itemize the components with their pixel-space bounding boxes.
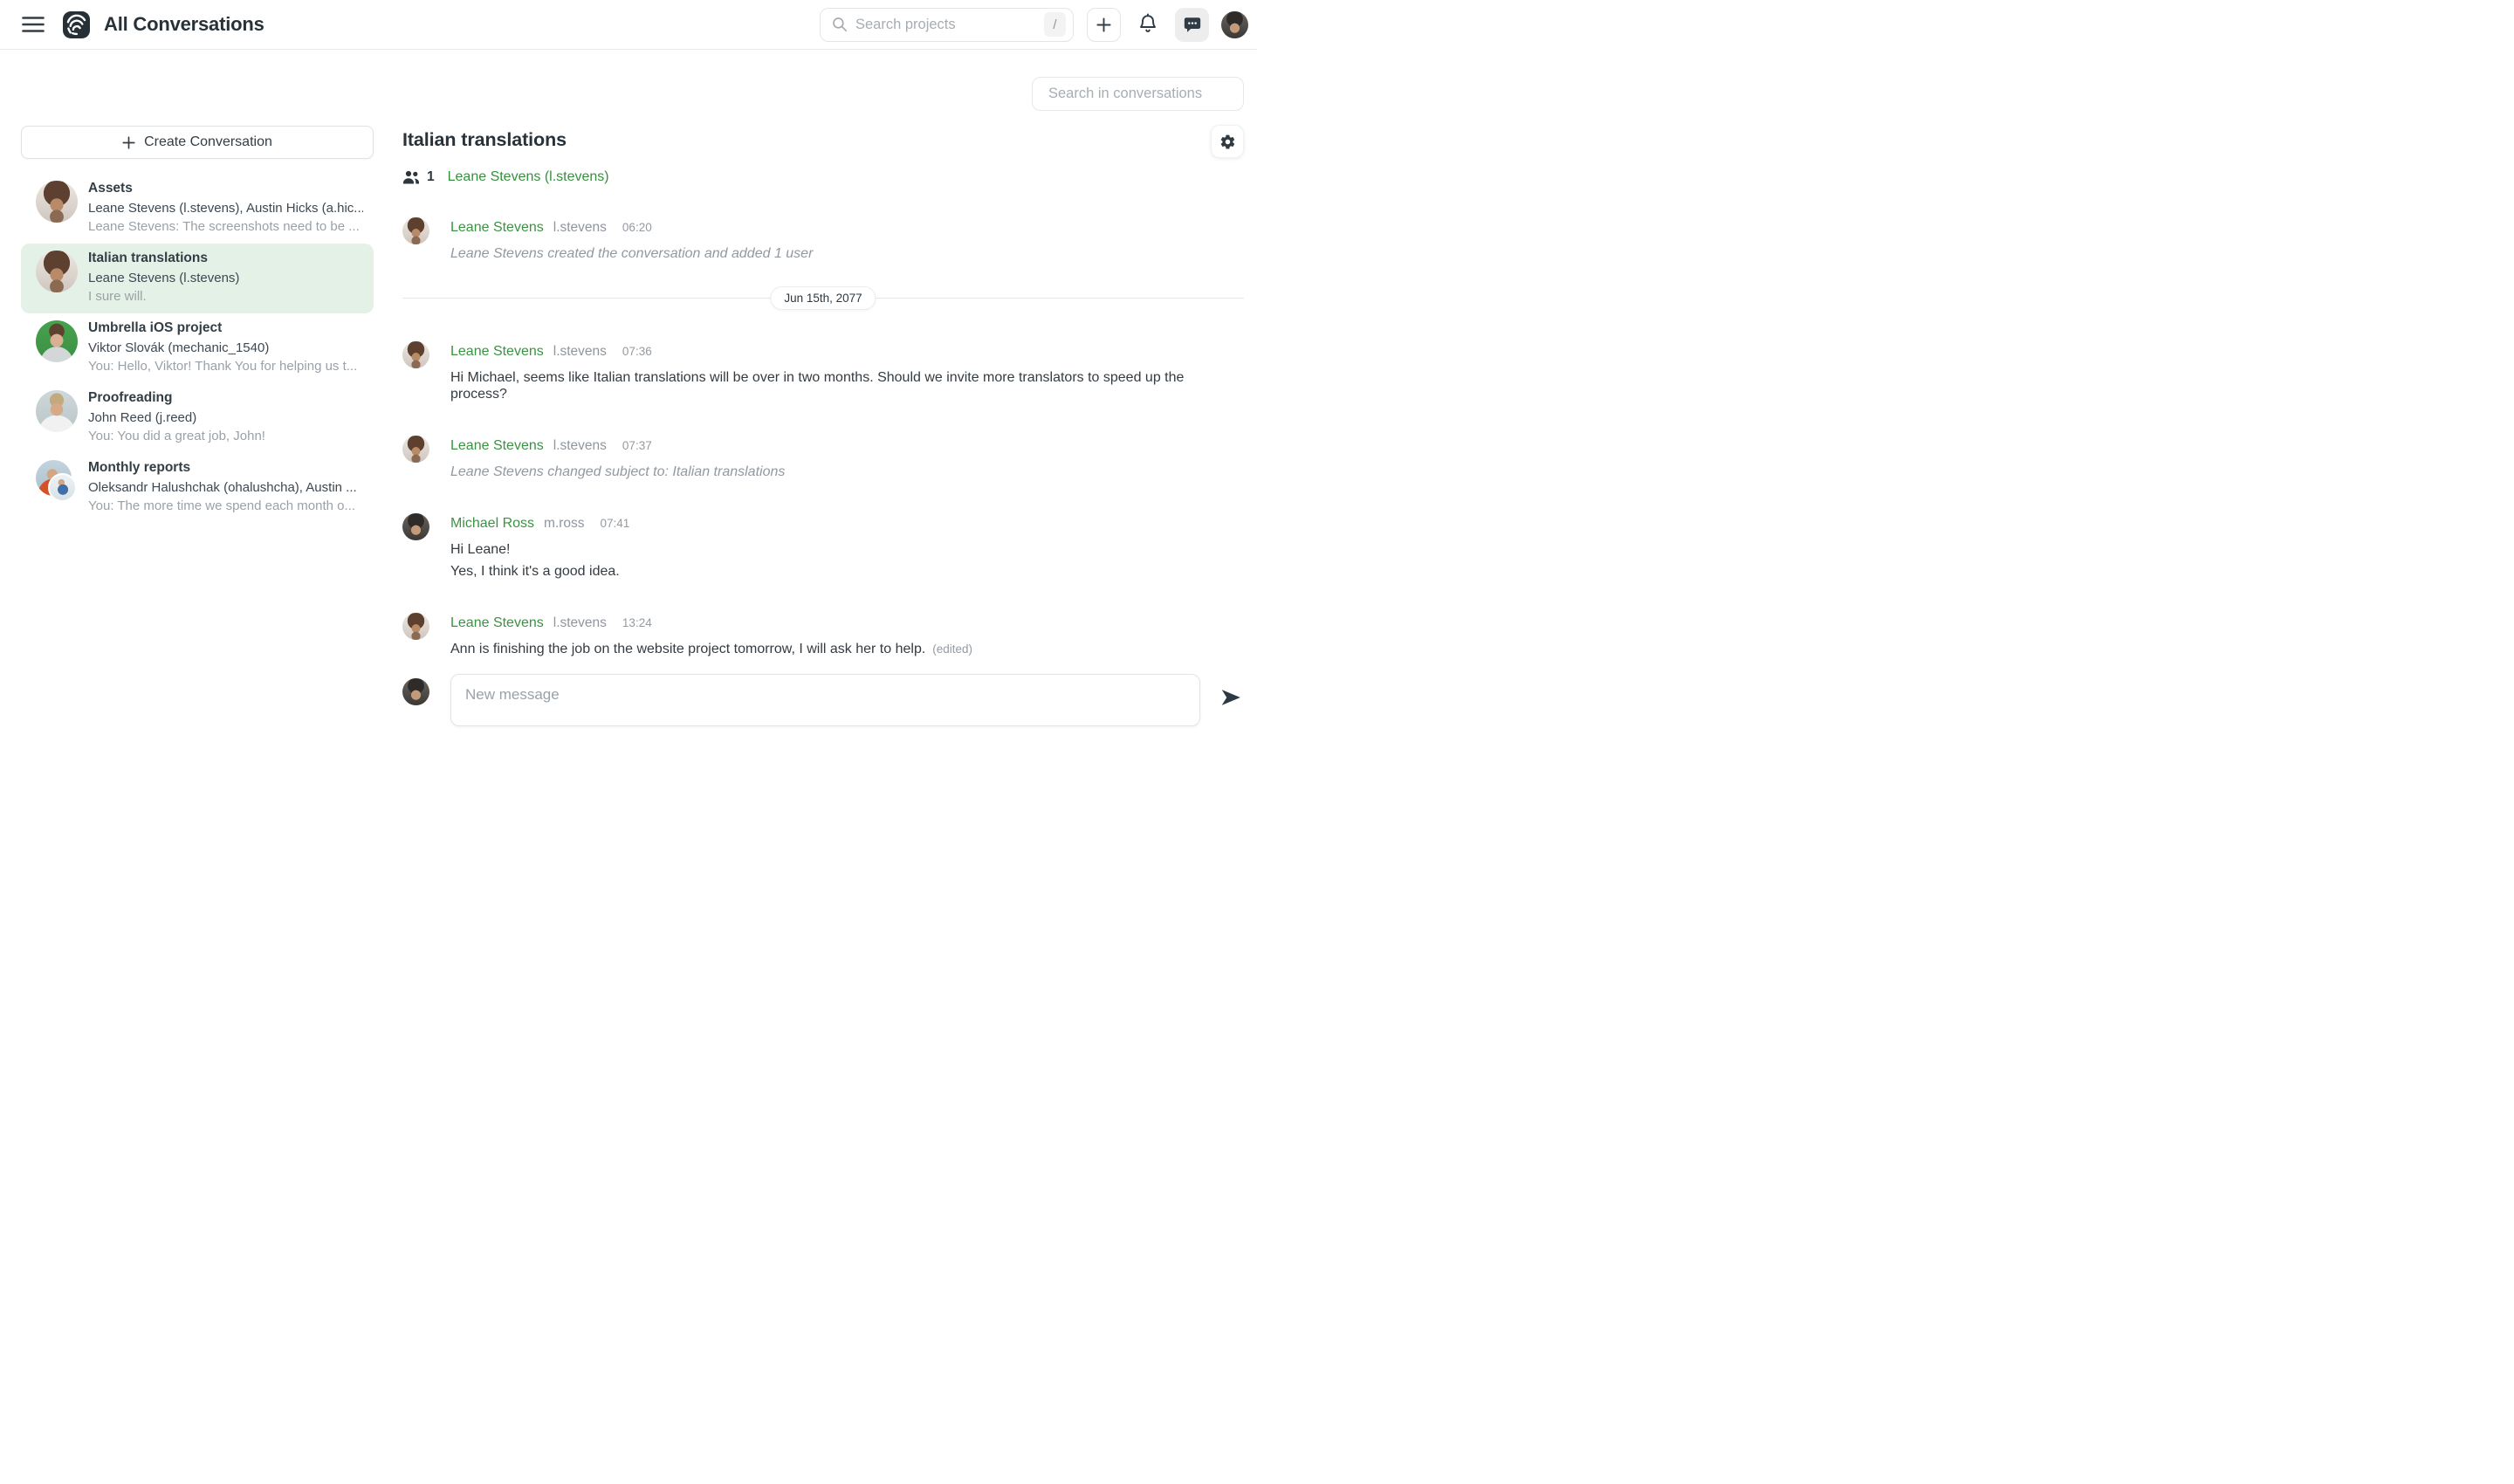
- message-username: l.stevens: [553, 438, 607, 454]
- top-bar: All Conversations /: [0, 0, 1257, 50]
- conversation-settings-button[interactable]: [1211, 125, 1244, 158]
- conversation-list-item-assets[interactable]: Assets Leane Stevens (l.stevens), Austin…: [21, 174, 374, 244]
- conversation-members: Viktor Slovák (mechanic_1540): [88, 339, 363, 357]
- conversation-members: Leane Stevens (l.stevens): [88, 269, 363, 287]
- conversation-preview: You: The more time we spend each month o…: [88, 497, 363, 515]
- message: Leane Stevens l.stevens 06:20 Leane Stev…: [402, 220, 1244, 262]
- hamburger-menu-icon[interactable]: [21, 12, 45, 37]
- conversation-list: Assets Leane Stevens (l.stevens), Austin…: [21, 174, 374, 523]
- conversation-search-box: [1032, 77, 1244, 111]
- message-text: Hi Michael, seems like Italian translati…: [450, 369, 1244, 402]
- message-time: 13:24: [622, 616, 652, 629]
- message: Leane Stevens l.stevens 07:36 Hi Michael…: [402, 344, 1244, 402]
- conversation-preview: Leane Stevens: The screenshots need to b…: [88, 217, 363, 236]
- conversation-avatar: [36, 181, 78, 223]
- message-author-link[interactable]: Leane Stevens: [450, 438, 544, 454]
- system-message-text: Leane Stevens changed subject to: Italia…: [450, 464, 1244, 480]
- message: Michael Ross m.ross 07:41 Hi Leane! Yes,…: [402, 516, 1244, 580]
- conversation-list-item-monthly-reports[interactable]: Monthly reports Oleksandr Halushchak (oh…: [21, 453, 374, 523]
- message-avatar: [402, 341, 429, 368]
- date-divider-label: Jun 15th, 2077: [770, 286, 876, 310]
- conversation-members: John Reed (j.reed): [88, 409, 363, 427]
- conversation-preview: You: You did a great job, John!: [88, 427, 363, 445]
- members-icon: [402, 170, 420, 184]
- page-title: All Conversations: [104, 13, 264, 36]
- message-username: l.stevens: [553, 344, 607, 360]
- gear-icon: [1219, 134, 1236, 150]
- message-text: Ann is finishing the job on the website …: [450, 642, 925, 656]
- projects-search-box: /: [820, 8, 1074, 42]
- message-time: 07:41: [601, 517, 630, 530]
- search-projects-input[interactable]: [855, 17, 1044, 33]
- edited-label: (edited): [932, 642, 972, 656]
- new-message-input[interactable]: [450, 674, 1200, 726]
- conversation-list-panel: Create Conversation Assets Leane Stevens…: [21, 126, 374, 523]
- message-avatar: [402, 217, 429, 244]
- plus-icon: [1096, 17, 1111, 32]
- create-conversation-label: Create Conversation: [144, 134, 272, 150]
- conversation-pane: Italian translations 1 Leane Stevens (l.…: [402, 129, 1244, 693]
- send-icon: [1219, 686, 1242, 709]
- participants-row[interactable]: 1 Leane Stevens (l.stevens): [402, 169, 1244, 185]
- conversation-heading: Italian translations: [402, 129, 1244, 151]
- conversation-title: Proofreading: [88, 390, 363, 406]
- conversation-avatar: [36, 320, 78, 362]
- chat-bubble-icon: [1183, 15, 1202, 34]
- conversation-members: Oleksandr Halushchak (ohalushcha), Austi…: [88, 478, 363, 497]
- conversation-title: Monthly reports: [88, 460, 363, 476]
- notifications-button[interactable]: [1135, 8, 1161, 42]
- conversation-list-item-proofreading[interactable]: Proofreading John Reed (j.reed) You: You…: [21, 383, 374, 453]
- message-username: l.stevens: [553, 615, 607, 631]
- app-logo-icon: [63, 11, 90, 38]
- conversation-preview: You: Hello, Viktor! Thank You for helpin…: [88, 357, 363, 375]
- message-author-link[interactable]: Leane Stevens: [450, 220, 544, 236]
- message-username: m.ross: [544, 516, 585, 532]
- participants-count: 1: [427, 169, 435, 185]
- conversation-avatar: [36, 390, 78, 432]
- message-avatar: [402, 436, 429, 463]
- message: Leane Stevens l.stevens 07:37 Leane Stev…: [402, 438, 1244, 480]
- search-shortcut-badge: /: [1044, 12, 1066, 37]
- conversation-avatar: [36, 251, 78, 292]
- message-author-link[interactable]: Leane Stevens: [450, 344, 544, 360]
- date-divider: Jun 15th, 2077: [402, 298, 1244, 299]
- message-avatar: [402, 613, 429, 640]
- plus-icon: [122, 136, 135, 149]
- conversation-list-item-umbrella-ios-project[interactable]: Umbrella iOS project Viktor Slovák (mech…: [21, 313, 374, 383]
- conversation-title: Assets: [88, 181, 363, 196]
- create-conversation-button[interactable]: Create Conversation: [21, 126, 374, 159]
- conversation-avatar: [48, 473, 77, 502]
- message: Leane Stevens l.stevens 13:24 Ann is fin…: [402, 615, 1244, 657]
- conversation-list-item-italian-translations-selected[interactable]: Italian translations Leane Stevens (l.st…: [21, 244, 374, 313]
- conversation-members: Leane Stevens (l.stevens), Austin Hicks …: [88, 199, 363, 217]
- message-time: 06:20: [622, 221, 652, 234]
- conversation-title: Umbrella iOS project: [88, 320, 363, 336]
- message-author-link[interactable]: Michael Ross: [450, 516, 534, 532]
- search-icon: [832, 17, 848, 32]
- search-in-conversations-input[interactable]: [1048, 86, 1231, 102]
- message-author-link[interactable]: Leane Stevens: [450, 615, 544, 631]
- user-avatar[interactable]: [1221, 11, 1248, 38]
- conversations-button-active[interactable]: [1175, 8, 1209, 42]
- conversation-preview: I sure will.: [88, 287, 363, 306]
- system-message-text: Leane Stevens created the conversation a…: [450, 245, 1244, 262]
- message-list: Leane Stevens l.stevens 06:20 Leane Stev…: [402, 220, 1244, 657]
- message-time: 07:37: [622, 439, 652, 452]
- new-item-button[interactable]: [1087, 8, 1121, 42]
- send-button[interactable]: [1218, 684, 1244, 711]
- message-username: l.stevens: [553, 220, 607, 236]
- conversation-title: Italian translations: [88, 251, 363, 266]
- message-time: 07:36: [622, 345, 652, 358]
- message-text: Yes, I think it's a good idea.: [450, 563, 1244, 580]
- bell-icon: [1137, 13, 1158, 36]
- message-composer: [402, 674, 1244, 726]
- message-avatar: [402, 513, 429, 540]
- message-text: Hi Leane!: [450, 541, 1244, 558]
- conversation-avatar-group: [36, 460, 78, 502]
- composer-avatar: [402, 678, 429, 705]
- participants-names-link[interactable]: Leane Stevens (l.stevens): [448, 169, 609, 185]
- app-window: All Conversations /: [0, 0, 1257, 742]
